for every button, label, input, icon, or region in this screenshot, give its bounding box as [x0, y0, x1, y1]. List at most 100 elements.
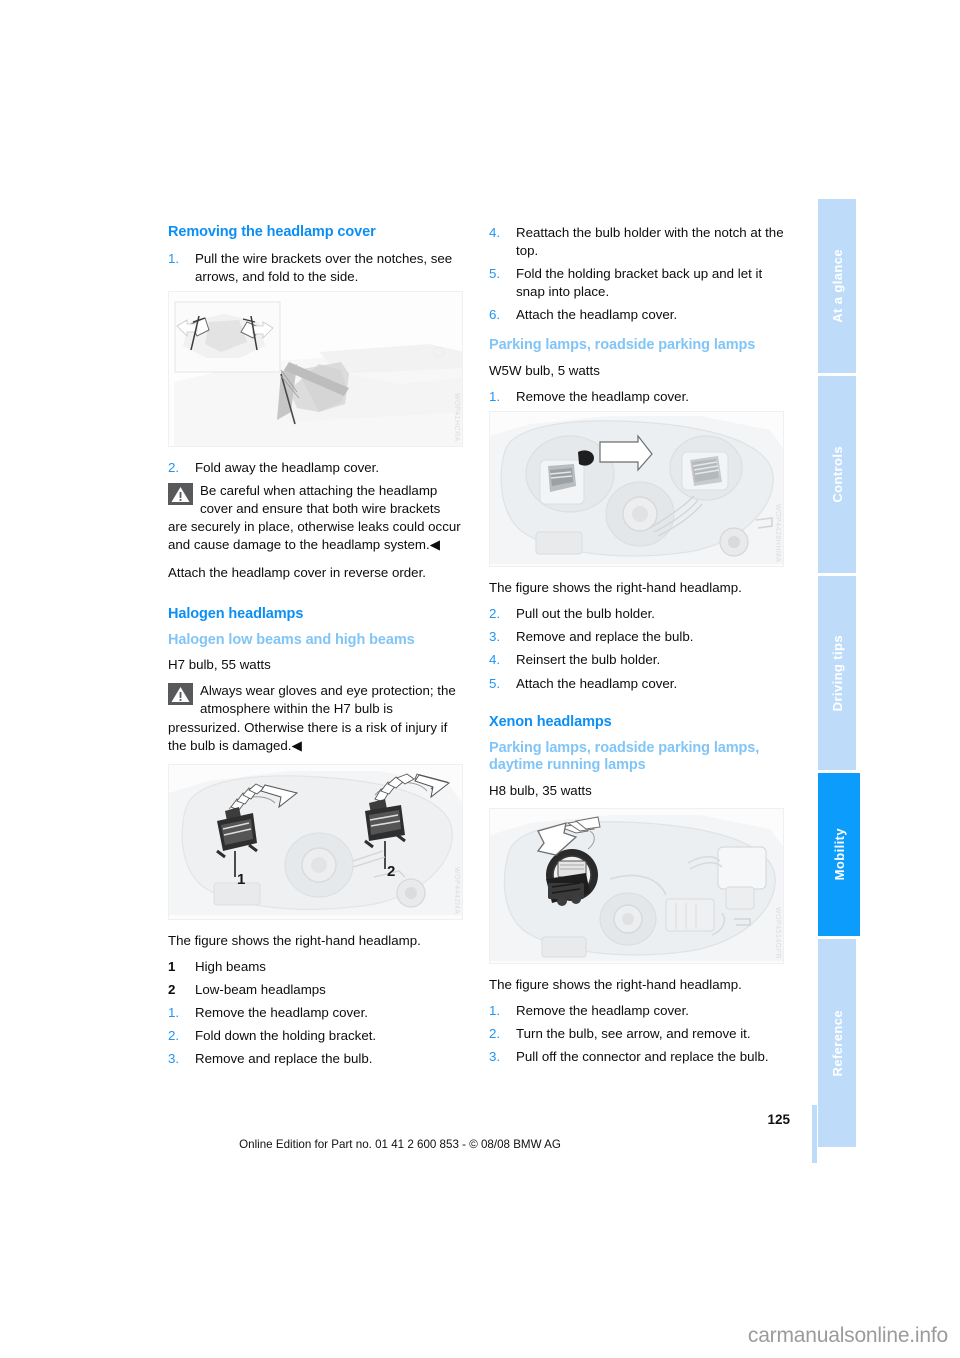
legend-text: High beams	[195, 958, 266, 974]
figure-id-label: WOP4514GFR	[774, 907, 781, 960]
footer-edition-line: Online Edition for Part no. 01 41 2 600 …	[239, 1138, 561, 1151]
figure-callout-1: 1	[237, 870, 246, 888]
tab-driving-tips[interactable]: Driving tips	[818, 576, 856, 773]
step-text: Attach the headlamp cover.	[516, 307, 678, 323]
step-list-xenon: 1. Remove the headlamp cover. 2. Turn the …	[489, 1002, 784, 1066]
step-number: 5.	[489, 675, 501, 691]
list-item: 2. Pull out the bulb holder.	[489, 605, 784, 623]
warning-triangle-icon	[168, 683, 193, 706]
tab-label: Reference	[829, 1009, 845, 1077]
figure-caption: The figure shows the right-hand headlamp…	[489, 977, 742, 993]
step-number: 3.	[168, 1051, 180, 1067]
tab-label: Driving tips	[829, 634, 845, 712]
page-number: 125	[767, 1112, 790, 1127]
manual-page: At a glance Controls Driving tips Mobili…	[0, 0, 960, 1358]
tab-label: At a glance	[829, 249, 845, 323]
list-item: 2. Fold away the headlamp cover.	[168, 459, 463, 477]
step-text: Remove and replace the bulb.	[516, 629, 694, 645]
tab-mobility[interactable]: Mobility	[818, 773, 860, 939]
list-item: 4. Reinsert the bulb holder.	[489, 651, 784, 669]
legend-text: Low-beam headlamps	[195, 981, 326, 997]
warning-end-mark: ◀	[429, 537, 440, 553]
tab-label: Controls	[829, 446, 845, 503]
step-text: Pull out the bulb holder.	[516, 606, 655, 622]
figure-illustration	[169, 764, 462, 919]
step-number: 1.	[489, 1003, 501, 1019]
legend-number: 1	[168, 958, 176, 974]
list-item: 2 Low-beam headlamps	[168, 981, 463, 999]
list-item: 1. Pull the wire brackets over the notche…	[168, 250, 463, 286]
figure-id-label: WOP4428HHMA	[774, 503, 781, 563]
tab-reference[interactable]: Reference	[818, 939, 856, 1147]
list-item: 1. Remove the headlamp cover.	[489, 1002, 784, 1020]
list-item: 1. Remove the headlamp cover.	[489, 388, 784, 406]
warning-text: Be careful when attaching the headlamp c…	[168, 483, 461, 553]
step-text: Fold away the headlamp cover.	[195, 460, 380, 476]
step-number: 3.	[489, 1049, 501, 1065]
section-heading-xenon-headlamps: Xenon headlamps	[489, 713, 612, 730]
figure-xenon-connector: WOP4514GFR	[489, 808, 784, 965]
step-number: 4.	[489, 652, 501, 668]
figure-id-label: WOP4442MA	[453, 867, 460, 915]
step-list-parking-lamp-remove: 1. Remove the headlamp cover.	[489, 388, 784, 406]
bulb-spec-h8: H8 bulb, 35 watts	[489, 783, 592, 798]
tab-controls[interactable]: Controls	[818, 376, 856, 576]
figure-wire-brackets: WOP41HCRA	[168, 291, 463, 448]
tab-label: Mobility	[831, 828, 847, 881]
step-number: 1.	[168, 251, 180, 266]
list-item: 3. Remove and replace the bulb.	[489, 628, 784, 646]
list-item: 1. Remove the headlamp cover.	[168, 1004, 463, 1022]
figure-halogen-bulbs: 1 2 WOP4442MA	[168, 763, 463, 920]
subheading-halogen-beams: Halogen low beams and high beams	[168, 631, 415, 648]
list-item: 5. Attach the headlamp cover.	[489, 675, 784, 693]
step-text: Reattach the bulb holder with the notch …	[516, 225, 784, 259]
note-reverse-order: Attach the headlamp cover in reverse ord…	[168, 564, 426, 580]
list-item: 2. Fold down the holding bracket.	[168, 1027, 463, 1045]
step-list-parking-lamp: 2. Pull out the bulb holder. 3. Remove and…	[489, 605, 784, 692]
step-number: 4.	[489, 225, 501, 240]
figure-callout-2: 2	[387, 862, 396, 880]
legend-number: 2	[168, 981, 176, 997]
step-text: Remove the headlamp cover.	[516, 1003, 689, 1019]
section-tab-rail: At a glance Controls Driving tips Mobili…	[818, 199, 860, 1150]
step-text: Remove and replace the bulb.	[195, 1051, 373, 1067]
figure-parking-lamp-holder: WOP4428HHMA	[489, 411, 784, 568]
step-text: Remove the headlamp cover.	[516, 389, 689, 405]
section-heading-halogen-headlamps: Halogen headlamps	[168, 605, 304, 622]
tab-at-a-glance[interactable]: At a glance	[818, 199, 856, 376]
subheading-xenon-parking-lamps: Parking lamps, roadside parking lamps, d…	[489, 739, 760, 774]
step-number: 1.	[489, 389, 501, 405]
step-text: Fold the holding bracket back up and let…	[516, 266, 763, 300]
list-item: 2. Turn the bulb, see arrow, and remove i…	[489, 1025, 784, 1043]
bulb-spec-h7: H7 bulb, 55 watts	[168, 657, 271, 673]
figure-illustration	[169, 292, 462, 447]
site-watermark: carmanualsonline.info	[747, 1324, 948, 1347]
step-number: 2.	[168, 1028, 180, 1044]
step-text: Fold down the holding bracket.	[195, 1028, 377, 1044]
step-text: Attach the headlamp cover.	[516, 675, 678, 691]
warning-triangle-icon	[168, 483, 193, 506]
step-number: 6.	[489, 307, 501, 323]
figure-id-label: WOP41HCRA	[453, 393, 460, 443]
step-number: 2.	[168, 460, 180, 476]
step-text: Pull off the connector and replace the b…	[516, 1049, 769, 1065]
list-item: 3. Pull off the connector and replace the…	[489, 1048, 784, 1066]
step-number: 2.	[489, 606, 501, 622]
step-text: Pull the wire brackets over the notches,…	[195, 251, 453, 285]
step-list-fold-away: 2. Fold away the headlamp cover.	[168, 459, 463, 477]
list-item: 6. Attach the headlamp cover.	[489, 306, 784, 324]
list-item: 1 High beams	[168, 958, 463, 976]
list-item: 3. Remove and replace the bulb.	[168, 1050, 463, 1068]
step-list-halogen: 1. Remove the headlamp cover. 2. Fold down…	[168, 1004, 463, 1068]
figure-caption: The figure shows the right-hand headlamp…	[168, 932, 421, 948]
step-text: Turn the bulb, see arrow, and remove it.	[516, 1026, 751, 1042]
step-text: Remove the headlamp cover.	[195, 1004, 368, 1020]
figure-illustration	[490, 809, 783, 964]
step-text: Reinsert the bulb holder.	[516, 652, 661, 668]
step-number: 1.	[168, 1004, 180, 1020]
warning-block-h7-bulb: Always wear gloves and eye protection; t…	[168, 682, 463, 754]
step-list-remove-cover: 1. Pull the wire brackets over the notche…	[168, 250, 463, 286]
step-number: 5.	[489, 266, 501, 282]
list-item: 5. Fold the holding bracket back up and l…	[489, 265, 784, 301]
section-heading-removing-headlamp-cover: Removing the headlamp cover	[168, 224, 376, 240]
